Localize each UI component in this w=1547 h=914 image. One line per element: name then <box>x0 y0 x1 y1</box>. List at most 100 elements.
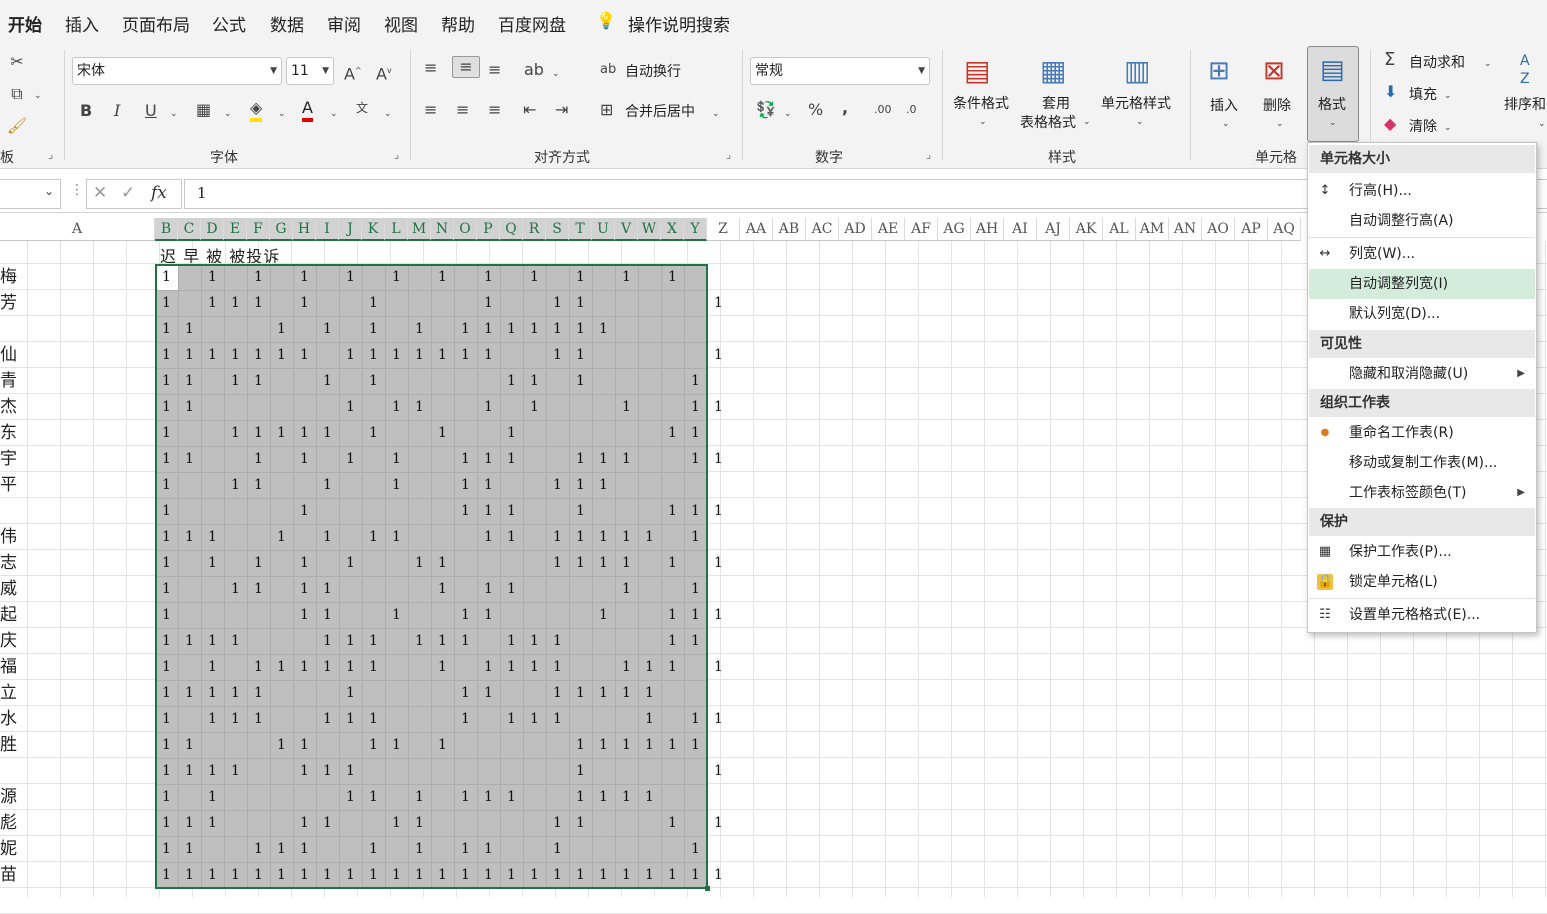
data-cell[interactable]: 1 <box>523 654 546 680</box>
data-cell[interactable]: 1 <box>293 420 316 446</box>
data-cell[interactable]: 1 <box>477 498 500 524</box>
border-dropdown-icon[interactable]: ⌄ <box>224 104 232 124</box>
number-format-dropdown[interactable]: 常规 ▼ <box>750 57 930 85</box>
format-cells-button[interactable]: ▤ 格式 ⌄ <box>1307 46 1359 142</box>
data-cell[interactable]: 1 <box>362 290 385 316</box>
data-cell[interactable]: 1 <box>477 290 500 316</box>
name-cell[interactable]: 宇 <box>0 446 150 472</box>
column-header[interactable]: G <box>270 218 293 241</box>
data-cell[interactable]: 1 <box>339 394 362 420</box>
copy-dropdown-icon[interactable]: ⌄ <box>34 86 42 106</box>
data-cell[interactable]: 1 <box>270 316 293 342</box>
data-cell[interactable]: 1 <box>546 680 569 706</box>
data-cell[interactable]: 1 <box>477 862 500 888</box>
data-cell[interactable]: 1 <box>615 576 638 602</box>
column-header[interactable]: A <box>0 218 155 241</box>
data-cell[interactable]: 1 <box>385 602 408 628</box>
data-cell[interactable]: 1 <box>431 576 454 602</box>
data-cell[interactable]: 1 <box>684 446 707 472</box>
data-cell[interactable]: 1 <box>477 680 500 706</box>
data-cell[interactable]: 1 <box>316 472 339 498</box>
data-cell[interactable]: 1 <box>454 342 477 368</box>
data-cell[interactable]: 1 <box>661 654 684 680</box>
data-cell[interactable]: 1 <box>546 290 569 316</box>
data-cell[interactable]: 1 <box>224 862 247 888</box>
tab-data[interactable]: 数据 <box>270 11 304 36</box>
data-cell[interactable]: 1 <box>684 394 707 420</box>
data-cell[interactable]: 1 <box>477 524 500 550</box>
column-header[interactable]: F <box>247 218 270 241</box>
data-cell[interactable]: 1 <box>155 264 178 290</box>
data-cell[interactable]: 1 <box>293 758 316 784</box>
data-cell[interactable]: 1 <box>638 654 661 680</box>
fill-button[interactable]: 填充 <box>1409 84 1437 104</box>
data-cell[interactable]: 1 <box>569 446 592 472</box>
data-cell[interactable]: 1 <box>224 342 247 368</box>
data-cell[interactable]: 1 <box>569 316 592 342</box>
data-cell[interactable]: 1 <box>454 706 477 732</box>
name-cell[interactable] <box>0 498 150 524</box>
data-cell[interactable]: 1 <box>454 316 477 342</box>
data-cell[interactable]: 1 <box>293 576 316 602</box>
data-cell[interactable]: 1 <box>523 862 546 888</box>
decrease-indent-icon[interactable]: ⇤ <box>523 100 536 120</box>
data-cell[interactable]: 1 <box>385 524 408 550</box>
data-cell[interactable]: 1 <box>362 706 385 732</box>
column-header[interactable]: H <box>293 218 316 241</box>
column-header[interactable]: AE <box>872 218 905 241</box>
data-cell[interactable]: 1 <box>477 654 500 680</box>
data-cell[interactable]: 1 <box>615 264 638 290</box>
data-cell[interactable]: 1 <box>316 654 339 680</box>
data-cell[interactable]: 1 <box>477 472 500 498</box>
data-cell[interactable]: 1 <box>408 836 431 862</box>
data-cell[interactable]: 1 <box>546 836 569 862</box>
data-cell[interactable]: 1 <box>339 784 362 810</box>
data-cell[interactable]: 1 <box>201 784 224 810</box>
menu-format-cells[interactable]: ☷ 设置单元格格式(E)... <box>1309 600 1535 630</box>
column-header[interactable]: V <box>615 218 638 241</box>
data-cell[interactable]: 1 <box>293 342 316 368</box>
data-cell[interactable]: 1 <box>385 732 408 758</box>
data-cell[interactable]: 1 <box>247 862 270 888</box>
data-cell[interactable]: 1 <box>385 342 408 368</box>
data-cell[interactable]: 1 <box>684 628 707 654</box>
insert-cells-button[interactable]: 插入 <box>1210 95 1238 115</box>
data-cell[interactable]: 1 <box>546 342 569 368</box>
menu-protect-sheet[interactable]: ▦ 保护工作表(P)... <box>1309 537 1535 567</box>
data-cell[interactable]: 1 <box>661 550 684 576</box>
data-cell[interactable]: 1 <box>638 524 661 550</box>
data-cell[interactable]: 1 <box>385 810 408 836</box>
data-cell[interactable]: 1 <box>201 706 224 732</box>
data-cell[interactable]: 1 <box>546 628 569 654</box>
data-cell[interactable]: 1 <box>684 368 707 394</box>
data-cell[interactable]: 1 <box>707 342 730 368</box>
data-cell[interactable]: 1 <box>684 602 707 628</box>
data-cell[interactable]: 1 <box>293 836 316 862</box>
data-cell[interactable]: 1 <box>201 290 224 316</box>
data-cell[interactable]: 1 <box>684 836 707 862</box>
sort-filter-icon[interactable]: AZ <box>1520 52 1530 88</box>
tab-page-layout[interactable]: 页面布局 <box>122 11 190 36</box>
data-cell[interactable]: 1 <box>293 810 316 836</box>
tab-baidu-netdisk[interactable]: 百度网盘 <box>498 11 566 36</box>
autosum-button[interactable]: 自动求和 <box>1409 52 1465 72</box>
data-cell[interactable]: 1 <box>592 602 615 628</box>
data-cell[interactable]: 1 <box>201 550 224 576</box>
column-header[interactable]: E <box>224 218 247 241</box>
data-cell[interactable]: 1 <box>569 758 592 784</box>
data-cell[interactable]: 1 <box>638 784 661 810</box>
data-cell[interactable]: 1 <box>293 290 316 316</box>
data-cell[interactable]: 1 <box>247 290 270 316</box>
data-cell[interactable]: 1 <box>546 810 569 836</box>
data-cell[interactable]: 1 <box>500 862 523 888</box>
data-cell[interactable]: 1 <box>569 784 592 810</box>
data-cell[interactable]: 1 <box>362 784 385 810</box>
data-cell[interactable]: 1 <box>569 862 592 888</box>
data-cell[interactable]: 1 <box>707 290 730 316</box>
column-header[interactable]: D <box>201 218 224 241</box>
data-cell[interactable]: 1 <box>546 524 569 550</box>
data-cell[interactable]: 1 <box>684 420 707 446</box>
alignment-launcher-icon[interactable]: ⌟ <box>726 148 731 161</box>
data-cell[interactable]: 1 <box>684 862 707 888</box>
data-cell[interactable]: 1 <box>293 498 316 524</box>
